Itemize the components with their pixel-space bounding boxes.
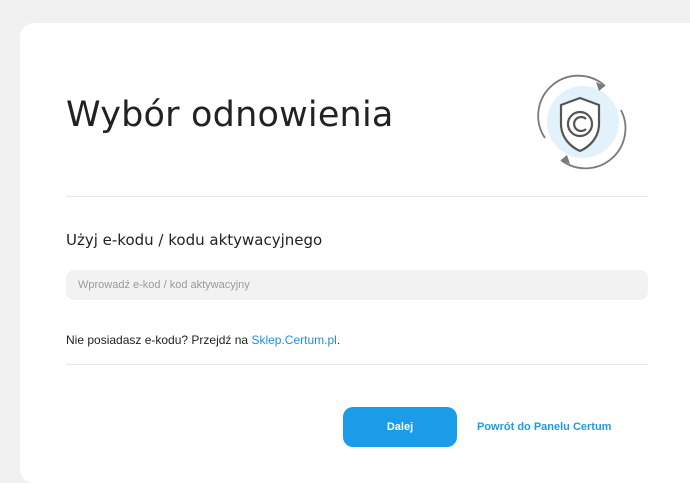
ecode-section-label: Użyj e-kodu / kodu aktywacyjnego: [66, 231, 323, 249]
certum-shield-renew-icon: [537, 74, 627, 170]
page-title: Wybór odnowienia: [66, 95, 394, 135]
top-divider: [66, 196, 648, 197]
shop-hint: Nie posiadasz e-kodu? Przejdź na Sklep.C…: [66, 333, 340, 347]
shop-link[interactable]: Sklep.Certum.pl: [251, 333, 336, 347]
ecode-input[interactable]: [66, 270, 648, 300]
back-to-panel-link[interactable]: Powrót do Panelu Certum: [477, 421, 611, 433]
next-button[interactable]: Dalej: [343, 407, 457, 447]
shop-hint-suffix: .: [336, 333, 341, 347]
bottom-divider: [66, 364, 648, 365]
shop-hint-text: Nie posiadasz e-kodu? Przejdź na: [66, 333, 252, 347]
renewal-card: Wybór odnowienia Użyj e-kodu / kodu akty…: [20, 23, 690, 483]
